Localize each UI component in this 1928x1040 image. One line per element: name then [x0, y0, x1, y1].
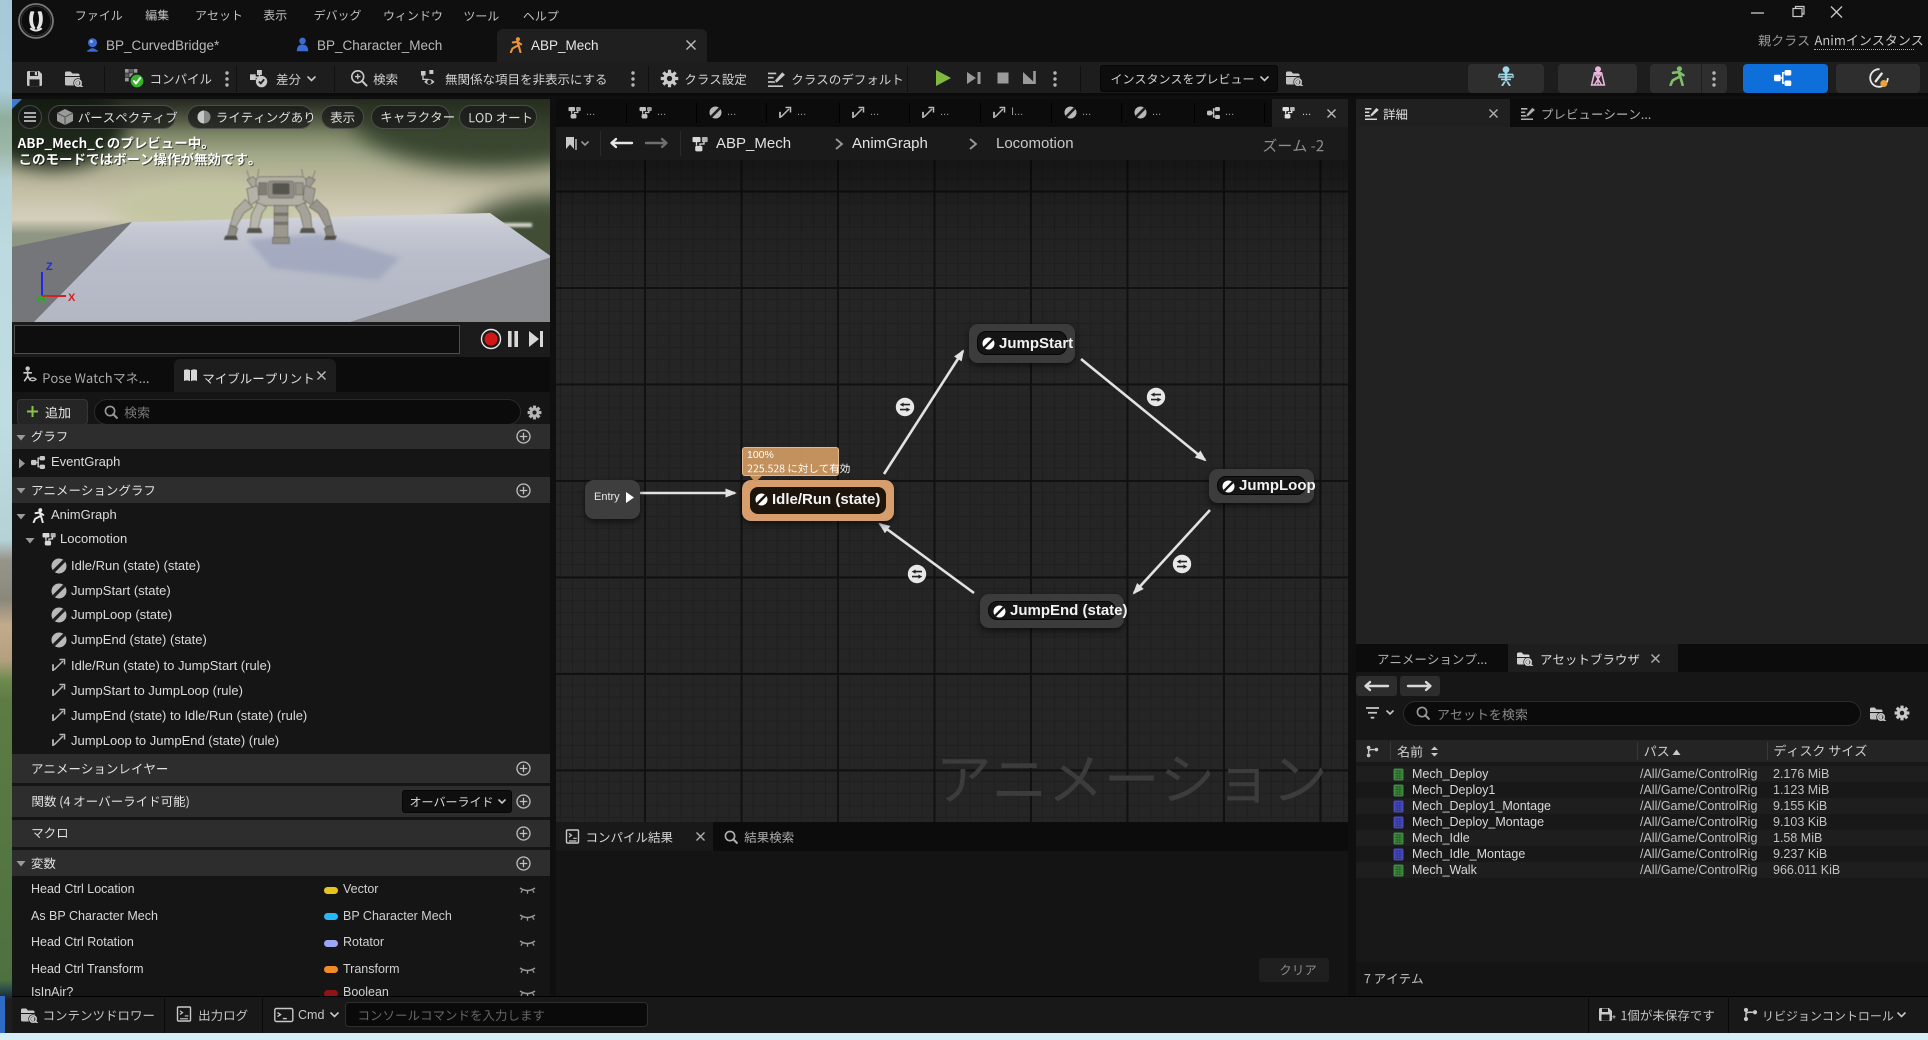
- svg-text:Z: Z: [46, 261, 53, 273]
- svg-text:X: X: [68, 292, 76, 304]
- svg-text:Y: Y: [40, 295, 48, 304]
- svg-text:*: *: [1612, 1014, 1616, 1022]
